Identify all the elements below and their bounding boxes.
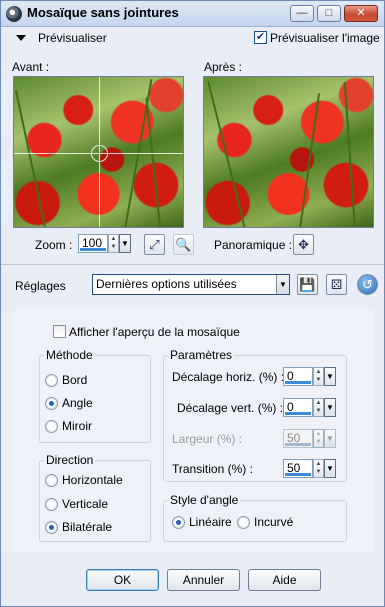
pan-move-icon[interactable]: ✥ bbox=[293, 234, 314, 255]
before-preview-image[interactable] bbox=[13, 76, 184, 228]
reset-arrow-icon[interactable]: ↺ bbox=[357, 274, 378, 295]
maximize-button[interactable]: □ bbox=[317, 5, 341, 22]
direction-option-verticale[interactable]: Verticale bbox=[62, 497, 108, 511]
width-input: 50 bbox=[283, 429, 313, 448]
direction-option-horizontale[interactable]: Horizontale bbox=[62, 473, 123, 487]
preset-combobox[interactable]: Dernières options utilisées ▼ bbox=[92, 274, 290, 295]
width-spinner: ▲ ▼ bbox=[313, 429, 324, 448]
app-icon bbox=[6, 6, 22, 22]
zoom-label: Zoom : bbox=[35, 238, 73, 252]
vertical-offset-spinner[interactable]: ▲ ▼ bbox=[313, 398, 324, 417]
zoom-dropdown-button[interactable]: ▼ bbox=[119, 234, 131, 253]
method-radio-angle[interactable] bbox=[45, 397, 58, 410]
corner-option-lineaire[interactable]: Linéaire bbox=[189, 515, 232, 529]
after-label: Après : bbox=[204, 60, 243, 74]
corner-style-title: Style d'angle bbox=[168, 493, 241, 507]
transition-dropdown[interactable]: ▼ bbox=[324, 459, 336, 478]
show-tile-preview-checkbox[interactable] bbox=[53, 325, 66, 338]
width-label: Largeur (%) : bbox=[172, 432, 243, 446]
corner-radio-incurve[interactable] bbox=[237, 516, 250, 529]
horizontal-offset-dropdown[interactable]: ▼ bbox=[324, 367, 336, 386]
grass-stem bbox=[343, 82, 356, 227]
corner-option-incurve[interactable]: Incurvé bbox=[254, 515, 293, 529]
direction-title: Direction bbox=[44, 453, 96, 467]
chevron-down-icon[interactable]: ▼ bbox=[276, 275, 289, 294]
preview-image-label[interactable]: Prévisualiser l'image bbox=[270, 31, 380, 45]
dialog-window: Mosaïque sans jointures — □ ✕ Prévisuali… bbox=[0, 0, 385, 607]
direction-group: Direction Horizontale Verticale Bilatéra… bbox=[39, 453, 151, 542]
window-title: Mosaïque sans jointures bbox=[27, 5, 179, 20]
options-panel: Afficher l'aperçu de la mosaïque Méthode… bbox=[11, 310, 374, 553]
method-option-bord[interactable]: Bord bbox=[62, 373, 87, 387]
horizontal-offset-spinner[interactable]: ▲ ▼ bbox=[313, 367, 324, 386]
pan-crosshair-center[interactable] bbox=[91, 145, 108, 162]
method-group: Méthode Bord Angle Miroir bbox=[39, 348, 151, 443]
zoom-spinner[interactable]: ▲ ▼ bbox=[108, 234, 119, 253]
collapse-triangle-icon[interactable] bbox=[16, 35, 26, 41]
grass-stem bbox=[299, 93, 321, 227]
zoom-input[interactable]: 100 bbox=[78, 234, 108, 253]
transition-input[interactable]: 50 bbox=[283, 459, 313, 478]
cancel-button[interactable]: Annuler bbox=[167, 569, 240, 591]
after-preview-image bbox=[203, 76, 374, 228]
help-button[interactable]: Aide bbox=[248, 569, 321, 591]
method-option-miroir[interactable]: Miroir bbox=[62, 419, 92, 433]
direction-radio-verticale[interactable] bbox=[45, 498, 58, 511]
vertical-offset-dropdown[interactable]: ▼ bbox=[324, 398, 336, 417]
pan-label: Panoramique : bbox=[214, 238, 293, 252]
parameters-title: Paramètres bbox=[168, 348, 235, 362]
before-label: Avant : bbox=[12, 60, 50, 74]
direction-radio-horizontale[interactable] bbox=[45, 474, 58, 487]
close-button[interactable]: ✕ bbox=[344, 5, 378, 22]
method-title: Méthode bbox=[44, 348, 95, 362]
direction-radio-bilaterale[interactable] bbox=[45, 521, 58, 534]
horizontal-offset-input[interactable]: 0 bbox=[283, 367, 313, 386]
method-radio-miroir[interactable] bbox=[45, 420, 58, 433]
preset-value: Dernières options utilisées bbox=[96, 277, 237, 291]
vertical-offset-input[interactable]: 0 bbox=[283, 398, 313, 417]
method-option-angle[interactable]: Angle bbox=[62, 396, 93, 410]
preview-toggle-label[interactable]: Prévisualiser bbox=[38, 31, 107, 45]
direction-option-bilaterale[interactable]: Bilatérale bbox=[62, 520, 112, 534]
parameters-group: Paramètres Décalage horiz. (%) : 0 ▲ ▼ ▼ … bbox=[163, 348, 347, 482]
width-dropdown: ▼ bbox=[324, 429, 336, 448]
transition-label: Transition (%) : bbox=[172, 462, 253, 476]
show-tile-preview-label[interactable]: Afficher l'aperçu de la mosaïque bbox=[69, 325, 240, 339]
preview-image-checkbox[interactable]: ✔ bbox=[254, 31, 267, 44]
vertical-offset-label: Décalage vert. (%) : bbox=[177, 401, 284, 415]
corner-style-group: Style d'angle Linéaire Incurvé bbox=[163, 493, 347, 542]
method-radio-bord[interactable] bbox=[45, 374, 58, 387]
grass-stem bbox=[14, 89, 46, 227]
minimize-button[interactable]: — bbox=[290, 5, 314, 22]
preview-header: Prévisualiser ✔ Prévisualiser l'image bbox=[1, 28, 384, 50]
grass-stem bbox=[145, 97, 161, 227]
transition-spinner[interactable]: ▲ ▼ bbox=[313, 459, 324, 478]
grass-stem bbox=[207, 81, 246, 227]
fit-window-icon[interactable]: ⤢ bbox=[144, 234, 165, 255]
zoom-magnifier-icon: 🔍 bbox=[173, 234, 194, 255]
save-preset-icon[interactable]: 💾 bbox=[297, 274, 318, 295]
horizontal-offset-label: Décalage horiz. (%) : bbox=[172, 370, 285, 384]
title-bar[interactable]: Mosaïque sans jointures — □ ✕ bbox=[1, 1, 384, 27]
settings-label: Réglages bbox=[15, 279, 66, 293]
randomize-dice-icon[interactable]: ⚄ bbox=[326, 274, 347, 295]
ok-button[interactable]: OK bbox=[86, 569, 159, 591]
corner-radio-lineaire[interactable] bbox=[172, 516, 185, 529]
separator bbox=[1, 264, 384, 265]
